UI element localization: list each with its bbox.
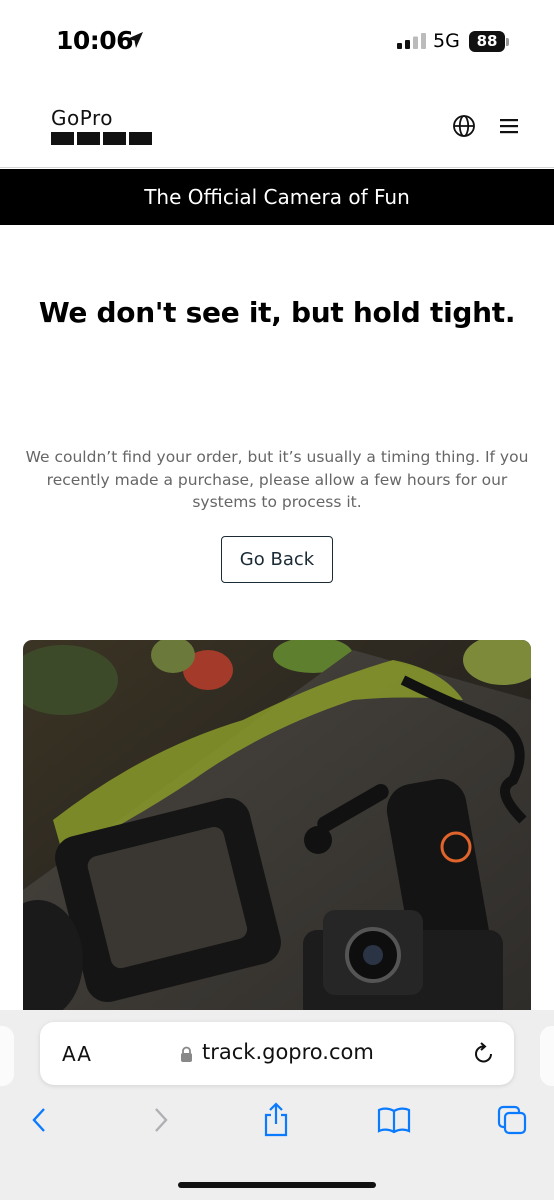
site-header: GoPro — [0, 84, 554, 168]
url-text[interactable]: track.gopro.com — [202, 1040, 374, 1064]
back-icon — [32, 1108, 45, 1132]
forward-icon — [155, 1108, 168, 1132]
browser-toolbar: AA track.gopro.com — [0, 1010, 554, 1200]
browser-nav-row — [0, 1100, 554, 1144]
promo-banner: The Official Camera of Fun — [0, 169, 554, 225]
logo-blocks — [51, 132, 152, 145]
address-bar[interactable]: AA track.gopro.com — [40, 1022, 514, 1085]
reload-icon[interactable] — [472, 1041, 496, 1065]
back-button[interactable] — [20, 1100, 60, 1140]
location-arrow-icon — [127, 32, 143, 48]
cellular-signal-icon — [397, 33, 426, 49]
tabs-icon — [497, 1105, 527, 1135]
reader-settings-button[interactable]: AA — [62, 1042, 92, 1066]
previous-tab-preview[interactable] — [0, 1026, 14, 1086]
lock-icon — [181, 1046, 192, 1062]
status-time: 10:06 — [56, 26, 134, 55]
gopro-logo[interactable]: GoPro — [51, 108, 152, 145]
forward-button[interactable] — [140, 1100, 180, 1140]
home-indicator — [178, 1182, 376, 1188]
share-icon — [264, 1102, 288, 1137]
network-type: 5G — [433, 30, 460, 52]
battery-level: 88 — [469, 31, 505, 52]
order-not-found-message: We couldn’t find your order, but it’s us… — [25, 448, 529, 511]
tabs-button[interactable] — [492, 1100, 532, 1140]
battery-nub — [506, 38, 509, 46]
page-title: We don't see it, but hold tight. — [38, 296, 516, 329]
product-photo — [23, 640, 531, 1030]
bookmarks-button[interactable] — [374, 1100, 414, 1140]
share-button[interactable] — [256, 1100, 296, 1140]
next-tab-preview[interactable] — [540, 1026, 554, 1086]
go-back-button[interactable]: Go Back — [221, 536, 333, 583]
bookmarks-icon — [377, 1107, 411, 1134]
logo-text: GoPro — [51, 106, 113, 130]
hamburger-menu-icon[interactable] — [498, 117, 520, 135]
status-bar: 10:06 5G 88 — [0, 0, 554, 84]
globe-icon[interactable] — [452, 114, 476, 138]
